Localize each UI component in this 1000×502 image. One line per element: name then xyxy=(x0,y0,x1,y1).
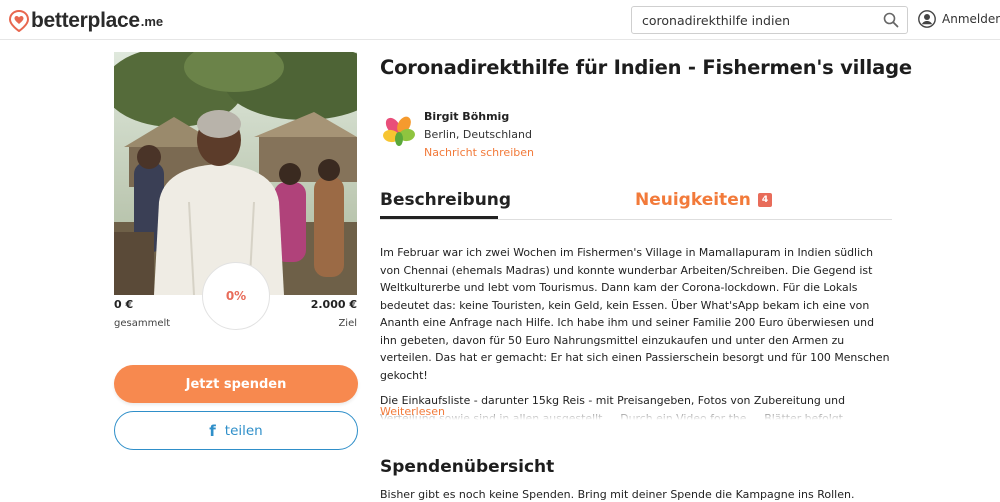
donate-button[interactable]: Jetzt spenden xyxy=(114,365,358,403)
betterplace-logo[interactable]: betterplace .me xyxy=(9,8,163,33)
organizer-location: Berlin, Deutschland xyxy=(424,128,532,141)
read-more-link[interactable]: Weiterlesen xyxy=(380,405,445,418)
login-link[interactable]: Anmelden xyxy=(918,10,1000,28)
share-button[interactable]: f teilen xyxy=(114,411,358,450)
description-paragraph: Im Februar war ich zwei Wochen im Fisher… xyxy=(380,246,890,382)
organizer-logo[interactable] xyxy=(382,114,416,148)
progress-percent: 0% xyxy=(225,289,247,303)
goal-amount: 2.000 € xyxy=(310,298,357,311)
description-paragraph: Die Einkaufsliste - darunter 15kg Reis -… xyxy=(380,394,858,420)
donations-title: Spendenübersicht xyxy=(380,457,555,477)
tab-description[interactable]: Beschreibung xyxy=(380,190,511,210)
raised-amount: 0 € xyxy=(114,298,134,311)
organizer-name[interactable]: Birgit Böhmig xyxy=(424,110,509,123)
tab-news-label: Neuigkeiten xyxy=(635,190,751,210)
campaign-photo xyxy=(114,52,357,295)
logo-suffix: .me xyxy=(140,14,164,29)
tab-divider xyxy=(380,219,892,220)
description-truncated: Die Einkaufsliste - darunter 15kg Reis -… xyxy=(380,392,892,420)
location-pin-heart-icon xyxy=(9,9,29,32)
search-icon[interactable] xyxy=(883,12,899,28)
login-label: Anmelden xyxy=(942,12,1000,26)
send-message-link[interactable]: Nachricht schreiben xyxy=(424,146,534,159)
page-title: Coronadirekthilfe für Indien - Fishermen… xyxy=(380,56,912,79)
goal-label: Ziel xyxy=(338,318,357,329)
user-icon xyxy=(918,10,936,28)
raised-label: gesammelt xyxy=(114,318,171,329)
progress-circle: 0% xyxy=(202,262,270,330)
logo-text: betterplace xyxy=(31,8,140,32)
donations-empty-text: Bisher gibt es noch keine Spenden. Bring… xyxy=(380,488,855,501)
search-input[interactable] xyxy=(632,12,872,28)
news-count-badge: 4 xyxy=(757,193,773,207)
search-box[interactable] xyxy=(631,6,908,34)
tab-news[interactable]: Neuigkeiten 4 xyxy=(635,190,773,210)
description-text: Im Februar war ich zwei Wochen im Fisher… xyxy=(380,244,892,420)
facebook-icon: f xyxy=(209,421,216,440)
share-label: teilen xyxy=(224,422,263,439)
top-header: betterplace .me Anmelden xyxy=(0,0,1000,40)
